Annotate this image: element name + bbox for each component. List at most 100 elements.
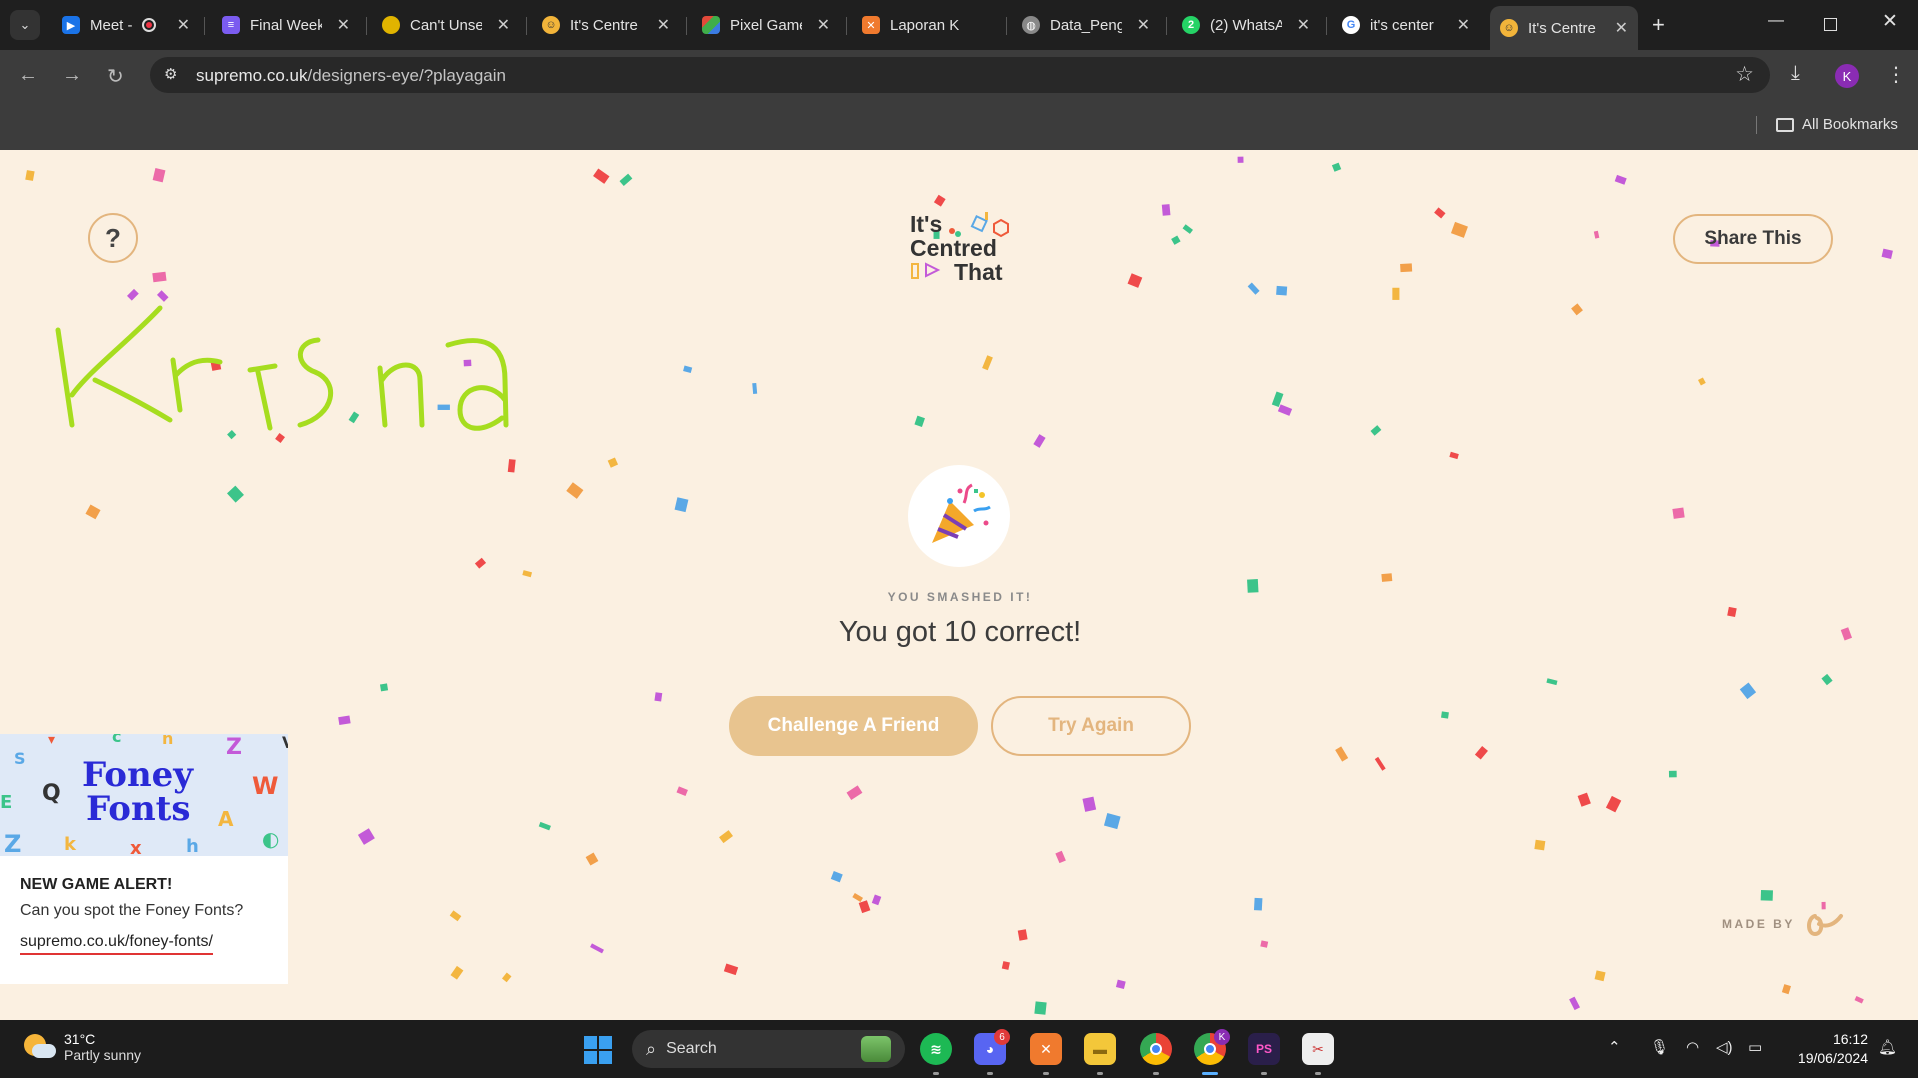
- microphone-icon[interactable]: 🎙︎: [1650, 1038, 1669, 1056]
- windows-start-icon[interactable]: [584, 1036, 612, 1064]
- confetti-piece: [914, 415, 925, 427]
- confetti-piece: [1821, 673, 1833, 686]
- foney-fonts-banner[interactable]: S ▾ c n Z V Q W A Z k x h ◐ E Foney: [0, 734, 288, 856]
- try-again-button[interactable]: Try Again: [991, 696, 1191, 756]
- tab-title: It's Centre: [1528, 19, 1596, 37]
- all-bookmarks-button[interactable]: All Bookmarks: [1776, 116, 1898, 133]
- party-popper-icon: [908, 465, 1010, 567]
- reload-icon[interactable]: ↻: [107, 64, 124, 89]
- confetti-piece: [1171, 235, 1181, 245]
- site-settings-icon[interactable]: ⚙: [164, 65, 177, 83]
- close-tab-icon[interactable]: ✕: [177, 15, 190, 35]
- new-tab-icon[interactable]: +: [1652, 12, 1665, 38]
- close-tab-icon[interactable]: ✕: [1137, 15, 1150, 35]
- chrome-icon[interactable]: [1140, 1033, 1172, 1065]
- its-centred-that-logo[interactable]: It's Centred That: [908, 212, 1028, 292]
- recording-icon: [142, 18, 156, 32]
- address-bar[interactable]: ⚙ supremo.co.uk/designers-eye/?playagain…: [150, 57, 1770, 93]
- share-button[interactable]: Share This: [1673, 214, 1833, 264]
- confetti-piece: [1276, 285, 1288, 296]
- chrome-profile-badge: K: [1214, 1029, 1230, 1045]
- phpstorm-icon[interactable]: PS: [1248, 1033, 1280, 1065]
- folder-icon: [1776, 117, 1794, 132]
- close-tab-icon[interactable]: ✕: [497, 15, 510, 35]
- svg-text:A: A: [218, 807, 234, 831]
- confetti-piece: [126, 288, 139, 301]
- tab-cant-unsee[interactable]: Can't Unse ✕: [372, 8, 520, 42]
- tab-laporan[interactable]: ✕ Laporan K: [852, 8, 1000, 42]
- wifi-icon[interactable]: ◠: [1686, 1038, 1699, 1056]
- menu-icon[interactable]: ⋮: [1886, 62, 1906, 87]
- tab-title: Can't Unse: [410, 16, 482, 34]
- tab-title: Pixel Game: [730, 16, 802, 34]
- battery-icon[interactable]: ▭: [1748, 1038, 1762, 1056]
- confetti-piece: [1474, 746, 1488, 760]
- tab-final-week[interactable]: ≡ Final Week ✕: [212, 8, 360, 42]
- back-icon[interactable]: ←: [18, 64, 38, 87]
- close-tab-icon[interactable]: ✕: [657, 15, 670, 35]
- stripes-icon: [702, 16, 720, 34]
- spotify-icon[interactable]: ≋: [920, 1033, 952, 1065]
- tab-its-center-search[interactable]: G it's center ✕: [1332, 8, 1480, 42]
- confetti-piece: [607, 457, 619, 468]
- confetti-piece: [1593, 230, 1600, 239]
- promo-link[interactable]: supremo.co.uk/foney-fonts/: [20, 933, 213, 955]
- tab-search-chevron-icon[interactable]: ⌄: [10, 10, 40, 40]
- confetti-piece: [85, 504, 101, 520]
- confetti-piece: [674, 497, 689, 513]
- tab-whatsapp[interactable]: 2 (2) WhatsA ✕: [1172, 8, 1320, 42]
- clock[interactable]: 16:12 19/06/2024: [1786, 1030, 1868, 1068]
- chevron-up-icon[interactable]: ⌃: [1608, 1038, 1621, 1056]
- made-by-label: MADE BY: [1722, 917, 1795, 931]
- confetti-piece: [858, 900, 871, 914]
- close-tab-icon[interactable]: ✕: [817, 15, 830, 35]
- url-text[interactable]: supremo.co.uk/designers-eye/?playagain: [196, 66, 506, 86]
- download-icon[interactable]: ⤓: [1791, 62, 1800, 85]
- tab-its-centred[interactable]: ☺ It's Centre ✕: [532, 8, 680, 42]
- close-tab-icon[interactable]: ✕: [1297, 15, 1310, 35]
- file-explorer-icon[interactable]: ▬: [1084, 1033, 1116, 1065]
- taskbar-search[interactable]: ⌕ Search: [632, 1030, 905, 1068]
- challenge-friend-button[interactable]: Challenge A Friend: [729, 696, 978, 756]
- confetti-piece: [1182, 224, 1193, 234]
- made-by-credit[interactable]: MADE BY: [1722, 910, 1845, 938]
- search-icon: ⌕: [646, 1038, 657, 1059]
- xampp-icon[interactable]: ✕: [1030, 1033, 1062, 1065]
- confetti-piece: [1881, 248, 1893, 259]
- weather-widget[interactable]: 31°C Partly sunny: [22, 1030, 141, 1064]
- profile-avatar[interactable]: K: [1835, 64, 1859, 88]
- svg-text:c: c: [112, 734, 121, 746]
- handwritten-name-krisna: [55, 305, 509, 431]
- confetti-piece: [357, 828, 375, 845]
- bookmark-star-icon[interactable]: ☆: [1735, 62, 1754, 87]
- coin-icon: [382, 16, 400, 34]
- confetti-piece: [1260, 940, 1269, 948]
- volume-icon[interactable]: ◁): [1716, 1038, 1733, 1056]
- confetti-piece: [25, 170, 35, 181]
- restore-icon[interactable]: [1824, 18, 1837, 31]
- forward-icon[interactable]: →: [62, 64, 82, 87]
- foney-fonts-promo[interactable]: S ▾ c n Z V Q W A Z k x h ◐ E Foney: [0, 734, 288, 984]
- close-tab-icon[interactable]: ✕: [337, 15, 350, 35]
- confetti-piece: [1577, 792, 1591, 807]
- tab-data-peng[interactable]: ◍ Data_Peng ✕: [1012, 8, 1160, 42]
- close-tab-icon[interactable]: ✕: [1457, 15, 1470, 35]
- xampp-icon: ✕: [862, 16, 880, 34]
- help-button[interactable]: ?: [88, 213, 138, 263]
- close-window-icon[interactable]: ✕: [1882, 10, 1898, 33]
- notification-bell-icon[interactable]: 🔔︎: [1878, 1038, 1897, 1056]
- tab-title: (2) WhatsA: [1210, 16, 1282, 34]
- tab-pixel-game[interactable]: Pixel Game ✕: [692, 8, 840, 42]
- confetti-piece: [1840, 627, 1853, 641]
- confetti-piece: [450, 965, 464, 980]
- close-tab-icon[interactable]: ✕: [1615, 18, 1628, 38]
- svg-text:V: V: [282, 734, 288, 752]
- confetti-piece: [1571, 303, 1583, 316]
- tab-its-centred-active[interactable]: ☺ It's Centre ✕: [1490, 6, 1638, 50]
- minimize-icon[interactable]: —: [1768, 12, 1784, 30]
- confetti-piece: [1821, 901, 1826, 910]
- snipping-tool-icon[interactable]: ✂: [1302, 1033, 1334, 1065]
- confetti-piece: [1237, 156, 1244, 163]
- confetti-piece: [1034, 1001, 1047, 1015]
- tab-meet[interactable]: ▶ Meet - ✕: [52, 8, 200, 42]
